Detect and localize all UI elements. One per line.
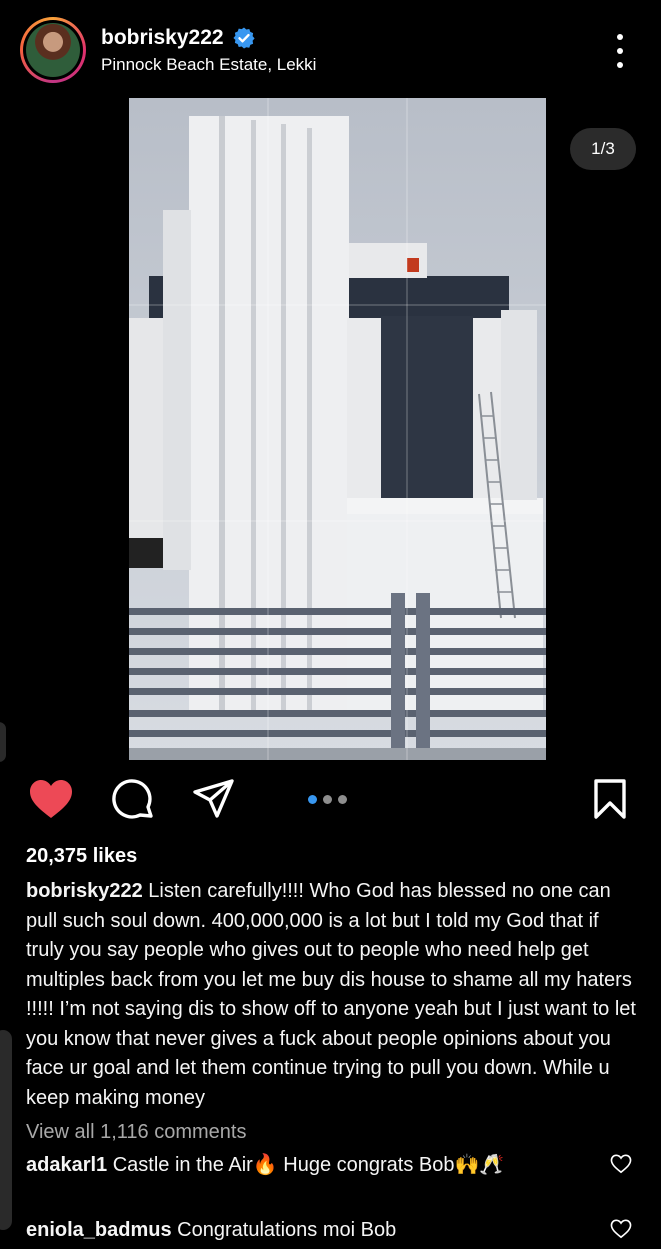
comment-like-icon[interactable] <box>610 1154 632 1174</box>
media-counter: 1/3 <box>570 128 636 170</box>
comment-text: Castle in the Air🔥 Huge congrats Bob🙌🥂 <box>112 1154 505 1176</box>
post-caption: bobrisky222 Listen carefully!!!! Who God… <box>26 877 638 1113</box>
user-block: bobrisky222 Pinnock Beach Estate, Lekki <box>101 26 316 75</box>
comment-text: Congratulations moi Bob <box>177 1219 397 1241</box>
more-options-icon[interactable] <box>612 34 628 68</box>
carousel-dot-3 <box>338 795 347 804</box>
view-all-comments-link[interactable]: View all 1,116 comments <box>26 1121 246 1144</box>
comment-like-icon[interactable] <box>610 1219 632 1239</box>
username[interactable]: bobrisky222 <box>101 26 224 50</box>
avatar-image <box>26 23 80 77</box>
post-media[interactable] <box>0 98 661 760</box>
like-heart-icon[interactable] <box>28 778 74 820</box>
carousel-dot-1 <box>308 795 317 804</box>
comment-username[interactable]: adakarl1 <box>26 1154 107 1176</box>
caption-text: Listen carefully!!!! Who God has blessed… <box>26 880 636 1109</box>
edge-handle-lower <box>0 1030 12 1230</box>
comment-item: eniola_badmus Congratulations moi Bob <box>26 1216 606 1245</box>
comment-icon[interactable] <box>111 778 155 822</box>
avatar[interactable] <box>20 17 86 83</box>
verified-badge-icon <box>232 27 255 49</box>
caption-username[interactable]: bobrisky222 <box>26 880 143 902</box>
comment-username[interactable]: eniola_badmus <box>26 1219 172 1241</box>
share-send-icon[interactable] <box>192 778 236 820</box>
location[interactable]: Pinnock Beach Estate, Lekki <box>101 55 316 75</box>
likes-count[interactable]: 20,375 likes <box>26 845 137 868</box>
house-image <box>129 98 546 760</box>
post-header: bobrisky222 Pinnock Beach Estate, Lekki <box>0 0 661 98</box>
edge-handle <box>0 722 6 762</box>
comment-item: adakarl1 Castle in the Air🔥 Huge congrat… <box>26 1151 606 1180</box>
action-bar <box>0 778 661 824</box>
post-photo <box>129 98 546 760</box>
bookmark-icon[interactable] <box>593 778 627 820</box>
carousel-dot-2 <box>323 795 332 804</box>
carousel-dots <box>308 795 347 804</box>
